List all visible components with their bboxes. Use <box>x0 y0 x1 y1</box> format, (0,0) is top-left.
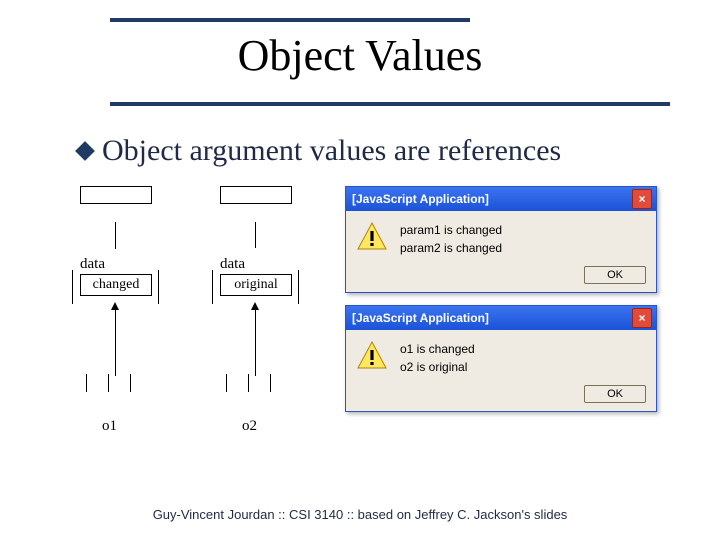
box-val1: changed <box>80 274 152 296</box>
page-title: Object Values <box>0 30 720 81</box>
box-param1 <box>80 186 152 204</box>
dialog-message-line: o2 is original <box>400 358 475 376</box>
diamond-icon <box>75 141 95 161</box>
rule-under-title <box>110 102 670 106</box>
reference-diagram: param1 data changed o1 param2 data origi… <box>80 186 348 446</box>
dialog-messages: param1 is changed param2 is changed <box>400 221 502 257</box>
dialog-title: [JavaScript Application] <box>352 192 632 206</box>
ok-button[interactable]: OK <box>584 266 646 284</box>
dialog-messages: o1 is changed o2 is original <box>400 340 475 376</box>
close-icon[interactable]: × <box>632 308 652 328</box>
arrowhead-up-icon <box>251 302 259 310</box>
line <box>255 304 256 376</box>
dialog-message-line: param1 is changed <box>400 221 502 239</box>
box-val2: original <box>220 274 292 296</box>
dialog-title: [JavaScript Application] <box>352 311 632 325</box>
dialog-1: [JavaScript Application] × param1 is cha… <box>345 186 657 293</box>
line <box>115 248 116 249</box>
line <box>72 270 73 304</box>
ok-button[interactable]: OK <box>584 385 646 403</box>
label-data2: data <box>220 256 245 273</box>
line <box>248 374 249 392</box>
bullet-row: Object argument values are references <box>78 134 561 168</box>
line <box>130 374 131 392</box>
line <box>86 374 87 392</box>
label-o2: o2 <box>242 418 257 435</box>
label-o1: o1 <box>102 418 117 435</box>
arrowhead-up-icon <box>111 302 119 310</box>
dialog-titlebar[interactable]: [JavaScript Application] × <box>346 187 656 211</box>
bullet-text: Object argument values are references <box>102 134 561 168</box>
dialogs: [JavaScript Application] × param1 is cha… <box>345 186 655 424</box>
rule-top <box>110 18 470 22</box>
line <box>212 270 213 304</box>
line <box>226 374 227 392</box>
slide-footer: Guy-Vincent Jourdan :: CSI 3140 :: based… <box>0 507 720 522</box>
line <box>115 222 116 248</box>
dialog-2: [JavaScript Application] × o1 is changed… <box>345 305 657 412</box>
dialog-titlebar[interactable]: [JavaScript Application] × <box>346 306 656 330</box>
dialog-body: o1 is changed o2 is original OK <box>346 330 656 411</box>
line <box>255 222 256 248</box>
warning-icon <box>356 221 390 258</box>
line <box>108 374 109 392</box>
dialog-message-line: param2 is changed <box>400 239 502 257</box>
line <box>298 270 299 304</box>
warning-icon <box>356 340 390 377</box>
line <box>158 270 159 304</box>
label-data1: data <box>80 256 105 273</box>
dialog-body: param1 is changed param2 is changed OK <box>346 211 656 292</box>
line <box>270 374 271 392</box>
dialog-message-line: o1 is changed <box>400 340 475 358</box>
box-param2 <box>220 186 292 204</box>
line <box>115 304 116 376</box>
close-icon[interactable]: × <box>632 189 652 209</box>
